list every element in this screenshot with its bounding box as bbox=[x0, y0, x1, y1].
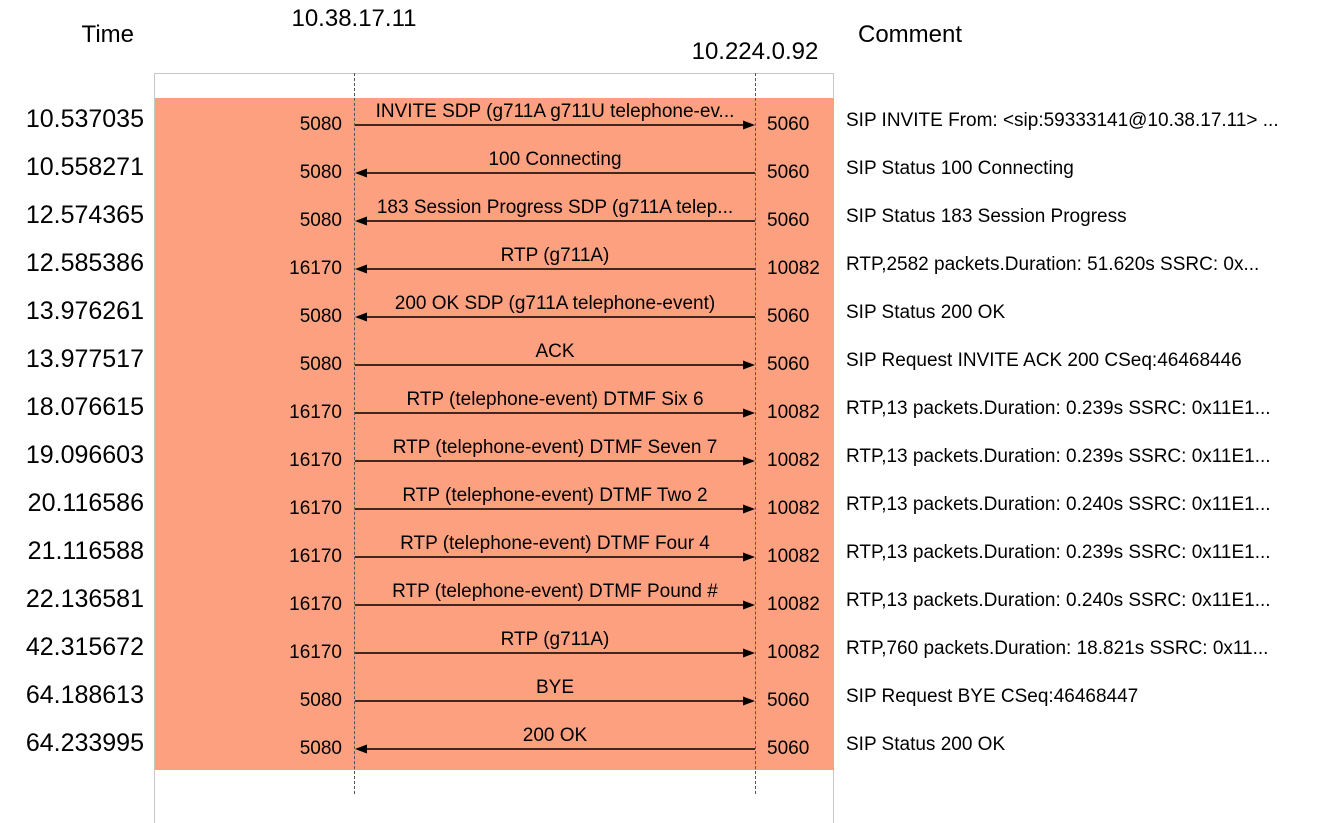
row-comment: SIP Status 100 Connecting bbox=[846, 158, 1074, 179]
arrow-right-icon bbox=[355, 456, 755, 466]
row-time: 18.076615 bbox=[25, 393, 144, 421]
host-b-port: 5060 bbox=[767, 114, 810, 135]
arrow-right-icon bbox=[355, 360, 755, 370]
row-comment: SIP INVITE From: <sip:59333141@10.38.17.… bbox=[846, 110, 1279, 131]
row-comment: SIP Status 200 OK bbox=[846, 734, 1006, 755]
arrow-left-icon bbox=[355, 264, 755, 274]
flow-row[interactable]: 13.977517 5080 ACK 5060 SIP Request INVITE A… bbox=[0, 338, 1332, 386]
time-column-header: Time bbox=[81, 21, 134, 48]
arrow-right-icon bbox=[355, 120, 755, 130]
comment-column-header: Comment bbox=[858, 21, 963, 48]
flow-row[interactable]: 18.076615 16170 RTP (telephone-event) DTMF… bbox=[0, 386, 1332, 434]
row-comment: RTP,13 packets.Duration: 0.239s SSRC: 0x… bbox=[846, 398, 1271, 419]
arrow-right-icon bbox=[355, 600, 755, 610]
row-time: 42.315672 bbox=[25, 633, 144, 661]
row-time: 10.558271 bbox=[25, 153, 144, 181]
row-comment: SIP Status 183 Session Progress bbox=[846, 206, 1127, 227]
flow-row[interactable]: 64.233995 5080 200 OK 5060 SIP Status 200 OK bbox=[0, 722, 1332, 770]
row-time: 22.136581 bbox=[25, 585, 144, 613]
flow-row[interactable]: 10.537035 5080 INVITE SDP (g711A g711U tel… bbox=[0, 98, 1332, 146]
host-a-port: 16170 bbox=[289, 642, 342, 663]
row-comment: SIP Request BYE CSeq:46468447 bbox=[846, 686, 1139, 707]
host-a-port: 16170 bbox=[289, 498, 342, 519]
host-a-port: 16170 bbox=[289, 258, 342, 279]
host-a-port: 5080 bbox=[299, 306, 342, 327]
arrow-left-icon bbox=[355, 312, 755, 322]
row-comment: RTP,13 packets.Duration: 0.239s SSRC: 0x… bbox=[846, 446, 1271, 467]
host-b-port: 10082 bbox=[767, 498, 820, 519]
host-a-port: 16170 bbox=[289, 402, 342, 423]
arrow-right-icon bbox=[355, 696, 755, 706]
host-b-port: 5060 bbox=[767, 690, 810, 711]
arrow-right-icon bbox=[355, 648, 755, 658]
host-b-port: 5060 bbox=[767, 738, 810, 759]
host-b-port: 5060 bbox=[767, 210, 810, 231]
row-comment: RTP,13 packets.Duration: 0.239s SSRC: 0x… bbox=[846, 542, 1271, 563]
host-b-port: 5060 bbox=[767, 306, 810, 327]
flow-row[interactable]: 20.116586 16170 RTP (telephone-event) DTMF… bbox=[0, 482, 1332, 530]
host-a-port: 5080 bbox=[299, 210, 342, 231]
flow-row[interactable]: 12.574365 5080 183 Session Progress SDP (g… bbox=[0, 194, 1332, 242]
row-time: 21.116588 bbox=[27, 537, 144, 565]
host-b-port: 10082 bbox=[767, 546, 820, 567]
arrow-left-icon bbox=[355, 216, 755, 226]
host-b-port: 10082 bbox=[767, 642, 820, 663]
host-a-port: 5080 bbox=[299, 354, 342, 375]
host-a-port: 16170 bbox=[289, 450, 342, 471]
flow-row[interactable]: 19.096603 16170 RTP (telephone-event) DTMF… bbox=[0, 434, 1332, 482]
host-b-port: 10082 bbox=[767, 450, 820, 471]
arrow-left-icon bbox=[355, 744, 755, 754]
host-b-port: 10082 bbox=[767, 594, 820, 615]
row-time: 64.233995 bbox=[25, 729, 144, 757]
host-b-port: 10082 bbox=[767, 258, 820, 279]
host-a-port: 16170 bbox=[289, 546, 342, 567]
row-comment: SIP Status 200 OK bbox=[846, 302, 1006, 323]
row-time: 20.116586 bbox=[27, 489, 144, 517]
host-a-port: 16170 bbox=[289, 594, 342, 615]
row-time: 64.188613 bbox=[25, 681, 144, 709]
host-a-port: 5080 bbox=[299, 690, 342, 711]
row-time: 19.096603 bbox=[25, 441, 144, 469]
row-time: 13.977517 bbox=[25, 345, 144, 373]
host-b-port: 5060 bbox=[767, 162, 810, 183]
row-comment: RTP,2582 packets.Duration: 51.620s SSRC:… bbox=[846, 254, 1260, 275]
host-a-address: 10.38.17.11 bbox=[291, 5, 417, 32]
flow-row[interactable]: 12.585386 16170 RTP (g711A) 10082 RTP,2582 p… bbox=[0, 242, 1332, 290]
arrow-right-icon bbox=[355, 408, 755, 418]
row-time: 12.574365 bbox=[25, 201, 144, 229]
row-time: 10.537035 bbox=[25, 105, 144, 133]
arrow-right-icon bbox=[355, 552, 755, 562]
row-comment: RTP,13 packets.Duration: 0.240s SSRC: 0x… bbox=[846, 590, 1271, 611]
row-comment: SIP Request INVITE ACK 200 CSeq:46468446 bbox=[846, 350, 1242, 371]
row-time: 13.976261 bbox=[25, 297, 144, 325]
row-comment: RTP,760 packets.Duration: 18.821s SSRC: … bbox=[846, 638, 1269, 659]
flow-row[interactable]: 42.315672 16170 RTP (g711A) 10082 RTP,760 pa… bbox=[0, 626, 1332, 674]
host-a-port: 5080 bbox=[299, 162, 342, 183]
host-b-port: 5060 bbox=[767, 354, 810, 375]
host-a-port: 5080 bbox=[299, 114, 342, 135]
host-a-port: 5080 bbox=[299, 738, 342, 759]
flow-row[interactable]: 21.116588 16170 RTP (telephone-event) DTMF… bbox=[0, 530, 1332, 578]
arrow-left-icon bbox=[355, 168, 755, 178]
host-b-port: 10082 bbox=[767, 402, 820, 423]
flow-row[interactable]: 10.558271 5080 100 Connecting 5060 SIP Statu… bbox=[0, 146, 1332, 194]
row-comment: RTP,13 packets.Duration: 0.240s SSRC: 0x… bbox=[846, 494, 1271, 515]
flow-row[interactable]: 64.188613 5080 BYE 5060 SIP Request BYE CSeq… bbox=[0, 674, 1332, 722]
host-b-address: 10.224.0.92 bbox=[691, 38, 819, 65]
flow-row[interactable]: 13.976261 5080 200 OK SDP (g711A telephone… bbox=[0, 290, 1332, 338]
row-time: 12.585386 bbox=[25, 249, 144, 277]
flow-row[interactable]: 22.136581 16170 RTP (telephone-event) DTMF… bbox=[0, 578, 1332, 626]
arrow-right-icon bbox=[355, 504, 755, 514]
